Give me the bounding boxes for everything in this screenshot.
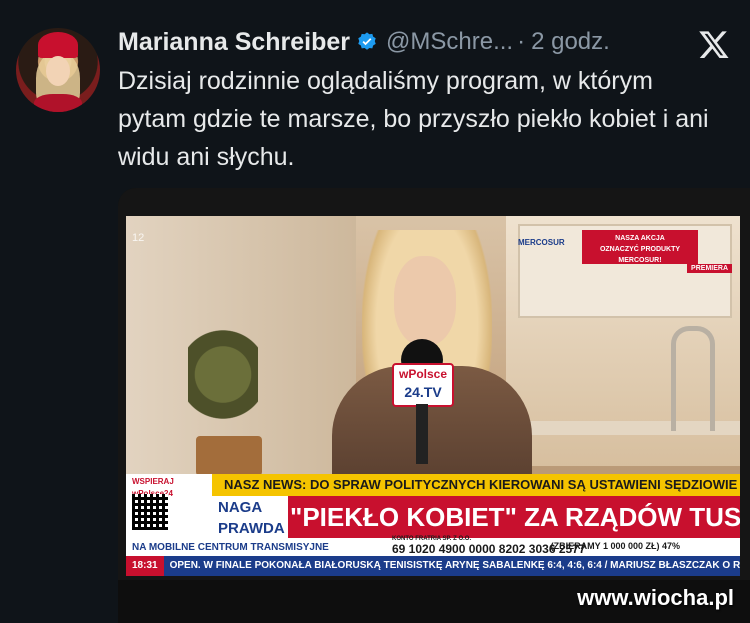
avatar-face <box>46 56 70 86</box>
program-name: NAGA PRAWDA <box>212 496 288 538</box>
avatar-dress <box>34 94 82 112</box>
program-line2: PRAWDA <box>218 520 285 537</box>
author-handle[interactable]: @MSchre... <box>386 28 513 56</box>
mic-flag-top: wPolsce <box>398 367 448 381</box>
tweet-text: Dzisiaj rodzinnie oglądaliśmy program, w… <box>118 67 709 171</box>
faucet-icon <box>671 326 715 431</box>
info-left: NA MOBILNE CENTRUM TRANSMISYJNE <box>132 542 329 553</box>
news-ticker: 18:31 OPEN. W FINALE POKONAŁA BIAŁORUSKĄ … <box>126 556 740 576</box>
avatar[interactable] <box>16 28 100 112</box>
wspieraj-box: WSPIERAJ wPolsce24 <box>126 474 212 538</box>
clock: 18:31 <box>126 556 164 576</box>
lower-third: WSPIERAJ wPolsce24 NASZ NEWS: DO SPRAW P… <box>126 474 740 576</box>
watermark: www.wiocha.pl <box>577 585 734 610</box>
microphone-flag: wPolsce 24.TV <box>392 363 454 407</box>
channel-number: 12 <box>132 232 145 244</box>
fundraising-goal: (ZBIERAMY 1 000 000 ZŁ) 47% <box>550 541 680 551</box>
verified-badge-icon <box>358 32 376 50</box>
separator-dot: · <box>517 28 526 55</box>
christmas-tree-plant <box>188 316 258 446</box>
promo-banner: NASZA AKCJA OZNACZYĆ PRODUKTY MERCOSUR! <box>582 230 698 264</box>
wspieraj-line1: WSPIERAJ <box>132 477 174 486</box>
avatar-hat <box>38 32 78 58</box>
qr-code-icon <box>132 494 168 530</box>
presenter-face <box>394 256 456 346</box>
tweet-timestamp[interactable]: 2 godz. <box>531 28 610 56</box>
mic-flag-bottom: 24.TV <box>404 384 442 400</box>
tweet-media-photo[interactable]: 12 wPolsce 24.TV MERCOSUR NASZA AKCJA OZ… <box>118 188 750 623</box>
promo-line2: OZNACZYĆ PRODUKTY MERCOSUR! <box>599 246 681 264</box>
mercosur-promo: MERCOSUR NASZA AKCJA OZNACZYĆ PRODUKTY M… <box>518 230 698 270</box>
info-bar: NA MOBILNE CENTRUM TRANSMISYJNE KONTO FR… <box>126 536 740 556</box>
plant-pot <box>196 436 262 476</box>
promo-brand: MERCOSUR <box>518 238 565 247</box>
x-logo-icon[interactable] <box>698 28 730 60</box>
headline: "PIEKŁO KOBIET" ZA RZĄDÓW TUSKA <box>212 496 740 538</box>
tweet-header: Marianna Schreiber @MSchre... · 2 godz. <box>118 24 730 60</box>
promo-line1: NASZA AKCJA <box>615 235 665 242</box>
author-name[interactable]: Marianna Schreiber <box>118 28 350 57</box>
tv-screen: 12 wPolsce 24.TV MERCOSUR NASZA AKCJA OZ… <box>126 216 740 576</box>
ticker-text: OPEN. W FINALE POKONAŁA BIAŁORUSKĄ TENIS… <box>169 560 740 571</box>
microphone-handle <box>416 404 428 464</box>
news-bar: NASZ NEWS: DO SPRAW POLITYCZNYCH KIEROWA… <box>212 474 740 496</box>
program-line1: NAGA <box>218 499 263 516</box>
premiera-badge: PREMIERA <box>687 264 732 273</box>
